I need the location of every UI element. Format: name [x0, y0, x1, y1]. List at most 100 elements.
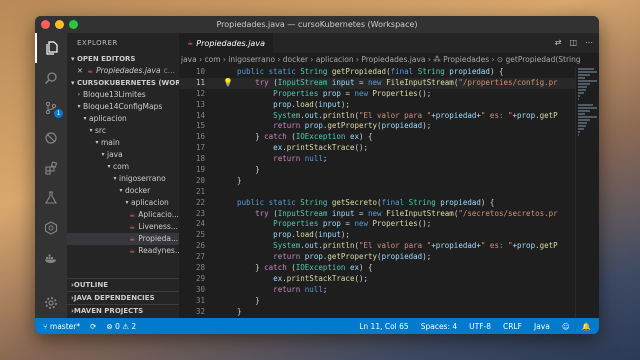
code-token: input — [318, 99, 341, 109]
tree-item[interactable]: ☕ Readynes... — [67, 245, 179, 257]
tree-item[interactable]: ☕ Propieda... — [67, 233, 179, 245]
chevron-down-icon: ▾ — [101, 151, 105, 158]
code-line[interactable]: 30 return null; — [179, 285, 575, 296]
scm-badge: 1 — [54, 109, 63, 118]
code-line[interactable]: 31 } — [179, 296, 575, 307]
code-token: prop — [219, 230, 292, 240]
minimap-line — [578, 68, 594, 70]
feedback-smiley-icon[interactable]: ☺ — [562, 322, 570, 331]
explorer-icon[interactable] — [35, 33, 67, 63]
tab-propiedades-java[interactable]: ☕ Propiedades.java — [179, 33, 273, 53]
tree-item[interactable]: ▾ src — [67, 125, 179, 137]
minimap-line — [578, 86, 587, 88]
tree-item[interactable]: ▾ aplicacion — [67, 113, 179, 125]
tree-item[interactable]: ▾ Bloque14ConfigMaps — [67, 101, 179, 113]
code-line[interactable]: 19 } — [179, 165, 575, 176]
line-number: 18 — [195, 154, 205, 164]
code-line[interactable]: 11 try (InputStream input = new FileInpu… — [179, 77, 575, 89]
code-line[interactable]: 23 try (InputStream input = new FileInpu… — [179, 209, 575, 220]
maven-projects-section[interactable]: ›MAVEN PROJECTS — [67, 304, 179, 317]
java-dependencies-section[interactable]: ›JAVA DEPENDENCIES — [67, 291, 179, 304]
sidebar-title: EXPLORER — [77, 39, 118, 47]
notifications-bell-icon[interactable]: 🔔 — [582, 322, 591, 331]
maximize-window-button[interactable] — [69, 20, 78, 29]
code-token: propiedad — [435, 241, 477, 251]
explorer-sidebar: EXPLORER ▾ OPEN EDITORS ✕ ☕ Propiedades.… — [67, 33, 179, 318]
language-mode[interactable]: Java — [534, 322, 550, 331]
code-line[interactable]: 22 public static String getSecreto(final… — [179, 198, 575, 209]
test-flask-icon[interactable] — [35, 183, 67, 213]
code-line[interactable]: 18 return null; — [179, 154, 575, 165]
breadcrumb[interactable]: java › com › inigoserrano › docker › apl… — [179, 53, 599, 67]
kubernetes-icon[interactable] — [35, 213, 67, 243]
close-icon[interactable]: ✕ — [77, 65, 83, 77]
tree-item[interactable]: ☕ Aplicacio... — [67, 209, 179, 221]
tree-item[interactable]: ▾ aplicacion — [67, 197, 179, 209]
tree-item[interactable]: › Bloque13Limites — [67, 89, 179, 101]
code-line[interactable]: 32 } — [179, 307, 575, 318]
tree-item[interactable]: ▾ inigoserrano — [67, 173, 179, 185]
code-line[interactable]: 13 prop. load(input); — [179, 100, 575, 111]
chevron-down-icon: ▾ — [125, 199, 129, 206]
tree-item[interactable]: ▾ java — [67, 149, 179, 161]
open-editor-filename: Propiedades.java — [96, 66, 161, 75]
code-line[interactable]: 28 } catch (IOException ex) { — [179, 263, 575, 274]
minimap[interactable] — [575, 67, 599, 318]
more-actions-icon[interactable]: ⋯ — [585, 38, 593, 47]
code-line[interactable]: 26 System. out. println("El valor para " + p… — [179, 241, 575, 252]
code-line[interactable]: 17 ex. printStackTrace (); — [179, 143, 575, 154]
code-line[interactable]: 15 return prop. getProperty(propiedad); — [179, 121, 575, 132]
code-line[interactable]: 16 } catch (IOException ex) { — [179, 132, 575, 143]
open-editors-section[interactable]: ▾ OPEN EDITORS — [67, 53, 179, 65]
line-number: 32 — [195, 306, 205, 316]
search-icon[interactable] — [35, 63, 67, 93]
code-line[interactable]: 21 — [179, 187, 575, 198]
source-control-icon[interactable]: 1 — [35, 93, 67, 123]
minimize-window-button[interactable] — [55, 20, 64, 29]
code-line[interactable]: 10 public static String getPropiedad(fin… — [179, 67, 575, 78]
branch-indicator[interactable]: ⑂ master* — [43, 322, 80, 331]
line-number: 22 — [195, 197, 205, 207]
outline-section[interactable]: ›OUTLINE — [67, 278, 179, 291]
open-editor-item[interactable]: ✕ ☕ Propiedades.java c... — [67, 65, 179, 77]
docker-icon[interactable] — [35, 243, 67, 273]
code-line[interactable]: 20 } — [179, 176, 575, 187]
tree-item-label: Liveness... — [138, 222, 178, 231]
indentation[interactable]: Spaces: 4 — [421, 322, 457, 331]
code-token: String — [408, 197, 441, 207]
code-token: ); — [340, 230, 350, 240]
code-line[interactable]: 27 return prop. getProperty(propiedad); — [179, 252, 575, 263]
close-window-button[interactable] — [41, 20, 50, 29]
lightbulb-icon[interactable]: 💡 — [223, 78, 233, 87]
settings-gear-icon[interactable] — [35, 288, 67, 318]
workspace-label: CURSOKUBERNETES (WOR... — [76, 79, 179, 87]
code-line[interactable]: 25 prop. load(input); — [179, 230, 575, 241]
cursor-position[interactable]: Ln 11, Col 65 — [359, 322, 408, 331]
java-file-icon: ☕ — [129, 235, 136, 243]
encoding[interactable]: UTF-8 — [469, 322, 491, 331]
extensions-icon[interactable] — [35, 153, 67, 183]
workspace-section[interactable]: ▾ CURSOKUBERNETES (WOR... — [67, 77, 179, 89]
split-editor-icon[interactable]: ◫ — [569, 38, 577, 47]
code-line[interactable]: 24 Properties prop = new Properties (); — [179, 219, 575, 230]
problems-indicator[interactable]: ⊗ 0 ⚠ 2 — [106, 322, 136, 331]
code-line[interactable]: 29 ex. printStackTrace (); — [179, 274, 575, 285]
chevron-down-icon: ▾ — [95, 139, 99, 146]
tree-item[interactable]: ▾ docker — [67, 185, 179, 197]
code-line[interactable]: 14 System. out. println("El valor para " + p… — [179, 111, 575, 122]
tree-item-label: main — [101, 138, 120, 147]
debug-icon[interactable] — [35, 123, 67, 153]
chevron-down-icon: ▾ — [83, 115, 87, 122]
code-token: new — [368, 77, 387, 87]
code-token: getProperty — [327, 252, 378, 262]
open-changes-icon[interactable]: ⇄ — [555, 38, 562, 47]
tree-item[interactable]: ▾ com — [67, 161, 179, 173]
code-token: propiedad — [449, 67, 490, 76]
line-ending[interactable]: CRLF — [503, 322, 522, 331]
code-editor[interactable]: 10 public static String getPropiedad(fin… — [179, 67, 575, 318]
tree-item-label: aplicacion — [131, 198, 169, 207]
code-line[interactable]: 12 Properties prop = new Properties (); — [179, 89, 575, 100]
sync-icon[interactable]: ⟳ — [90, 322, 96, 331]
tree-item[interactable]: ▾ main — [67, 137, 179, 149]
tree-item[interactable]: ☕ Liveness... — [67, 221, 179, 233]
